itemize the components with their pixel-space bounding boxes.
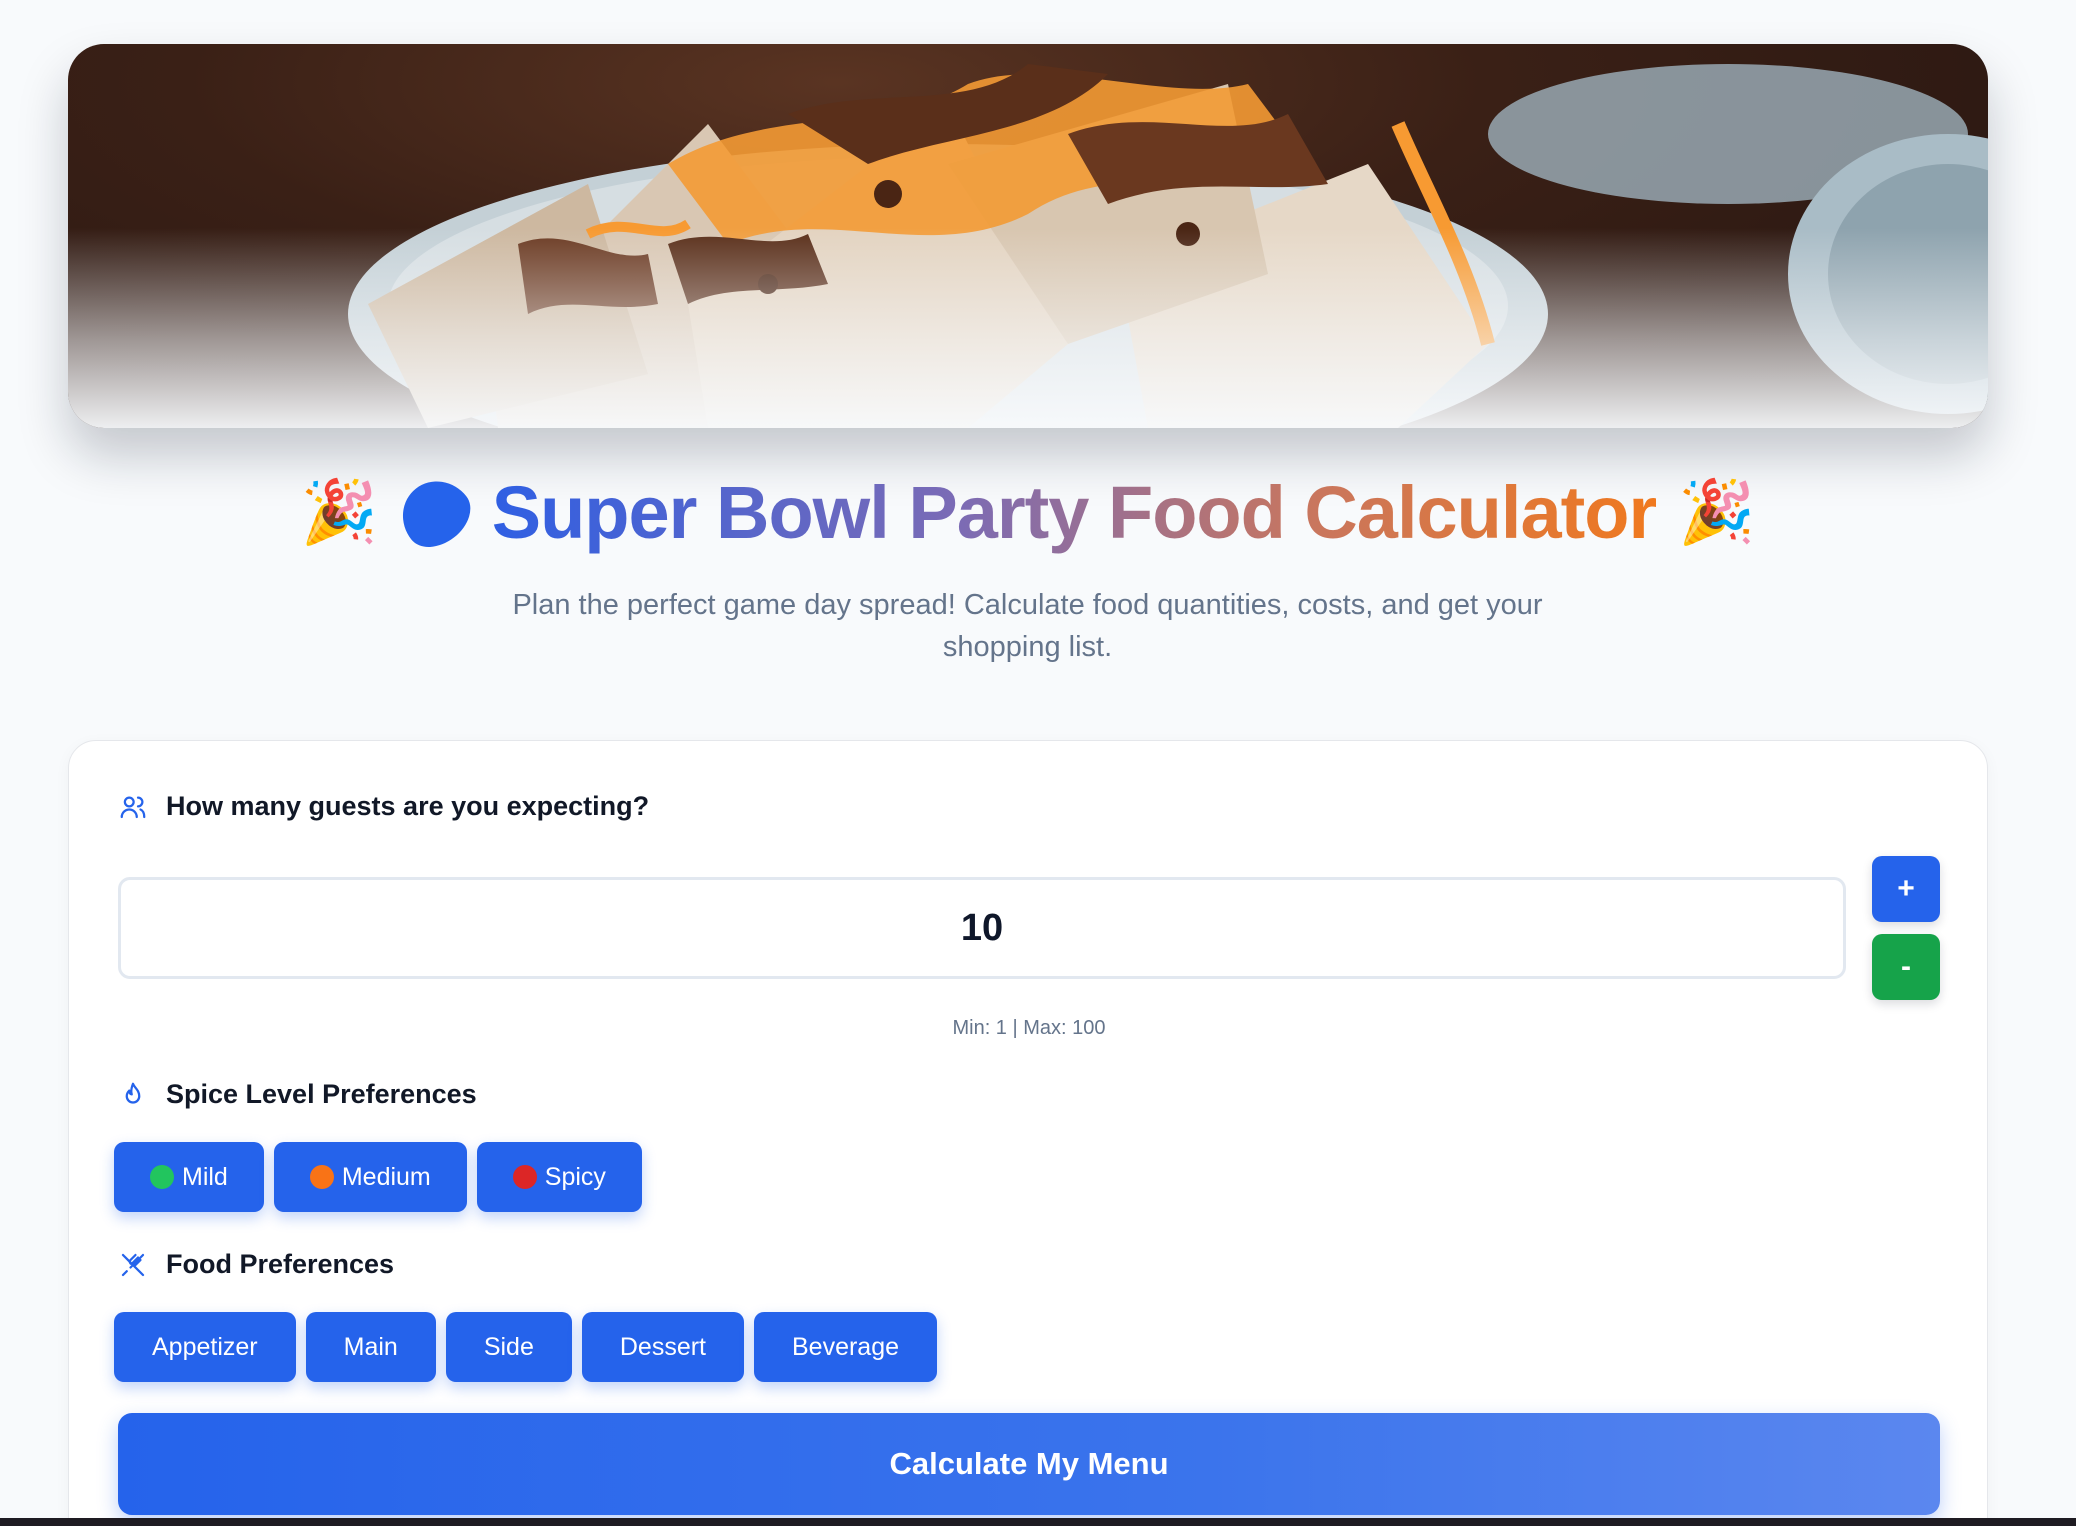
spice-label-text: Spice Level Preferences [166,1079,477,1109]
food-option-side[interactable]: Side [445,1312,572,1382]
party-popper-icon: 🎉 [1678,477,1756,547]
food-options: Appetizer Main Side Dessert Beverage [114,1312,938,1382]
guest-count-input[interactable]: 10 [118,877,1846,979]
page: 🎉 Super Bowl Party Food Calculator 🎉 Pla… [0,0,2076,1526]
title-row: 🎉 Super Bowl Party Food Calculator 🎉 [0,466,2056,559]
guests-label: How many guests are you expecting? [118,791,649,822]
spice-option-label: Medium [341,1162,431,1191]
red-circle-icon [512,1165,537,1189]
calculate-menu-button[interactable]: Calculate My Menu [118,1413,1940,1515]
green-circle-icon [150,1165,174,1189]
page-subtitle: Plan the perfect game day spread! Calcul… [512,589,1543,663]
food-option-beverage[interactable]: Beverage [754,1312,938,1382]
flame-icon [125,1082,141,1104]
spice-option-label: Spicy [544,1162,606,1191]
spice-option-label: Mild [182,1162,228,1191]
food-option-dessert[interactable]: Dessert [581,1312,744,1382]
calculator-card: How many guests are you expecting? 10 + … [68,740,1988,1526]
football-icon [388,466,482,559]
hero-fade-overlay [68,228,1988,428]
party-popper-icon: 🎉 [300,477,378,547]
decrement-guests-button[interactable]: - [1872,934,1940,1000]
utensils-crossed-icon [121,1253,145,1276]
bottom-edge [0,1518,2076,1526]
increment-guests-button[interactable]: + [1872,856,1940,922]
spice-option-mild[interactable]: Mild [114,1142,264,1212]
page-title: Super Bowl Party Food Calculator [491,471,1658,554]
hero-image [68,44,1988,428]
guest-range-hint: Min: 1 | Max: 100 [952,1017,1106,1039]
food-option-appetizer[interactable]: Appetizer [114,1312,296,1382]
food-label: Food Preferences [118,1249,394,1280]
spice-option-spicy[interactable]: Spicy [476,1142,642,1212]
food-label-text: Food Preferences [166,1249,395,1279]
orange-circle-icon [309,1165,334,1189]
food-option-main[interactable]: Main [305,1312,436,1382]
spice-options: Mild Medium Spicy [114,1142,642,1212]
spice-option-medium[interactable]: Medium [273,1142,467,1212]
guests-label-text: How many guests are you expecting? [166,791,650,821]
spice-label: Spice Level Preferences [118,1079,477,1110]
users-icon [120,796,146,818]
